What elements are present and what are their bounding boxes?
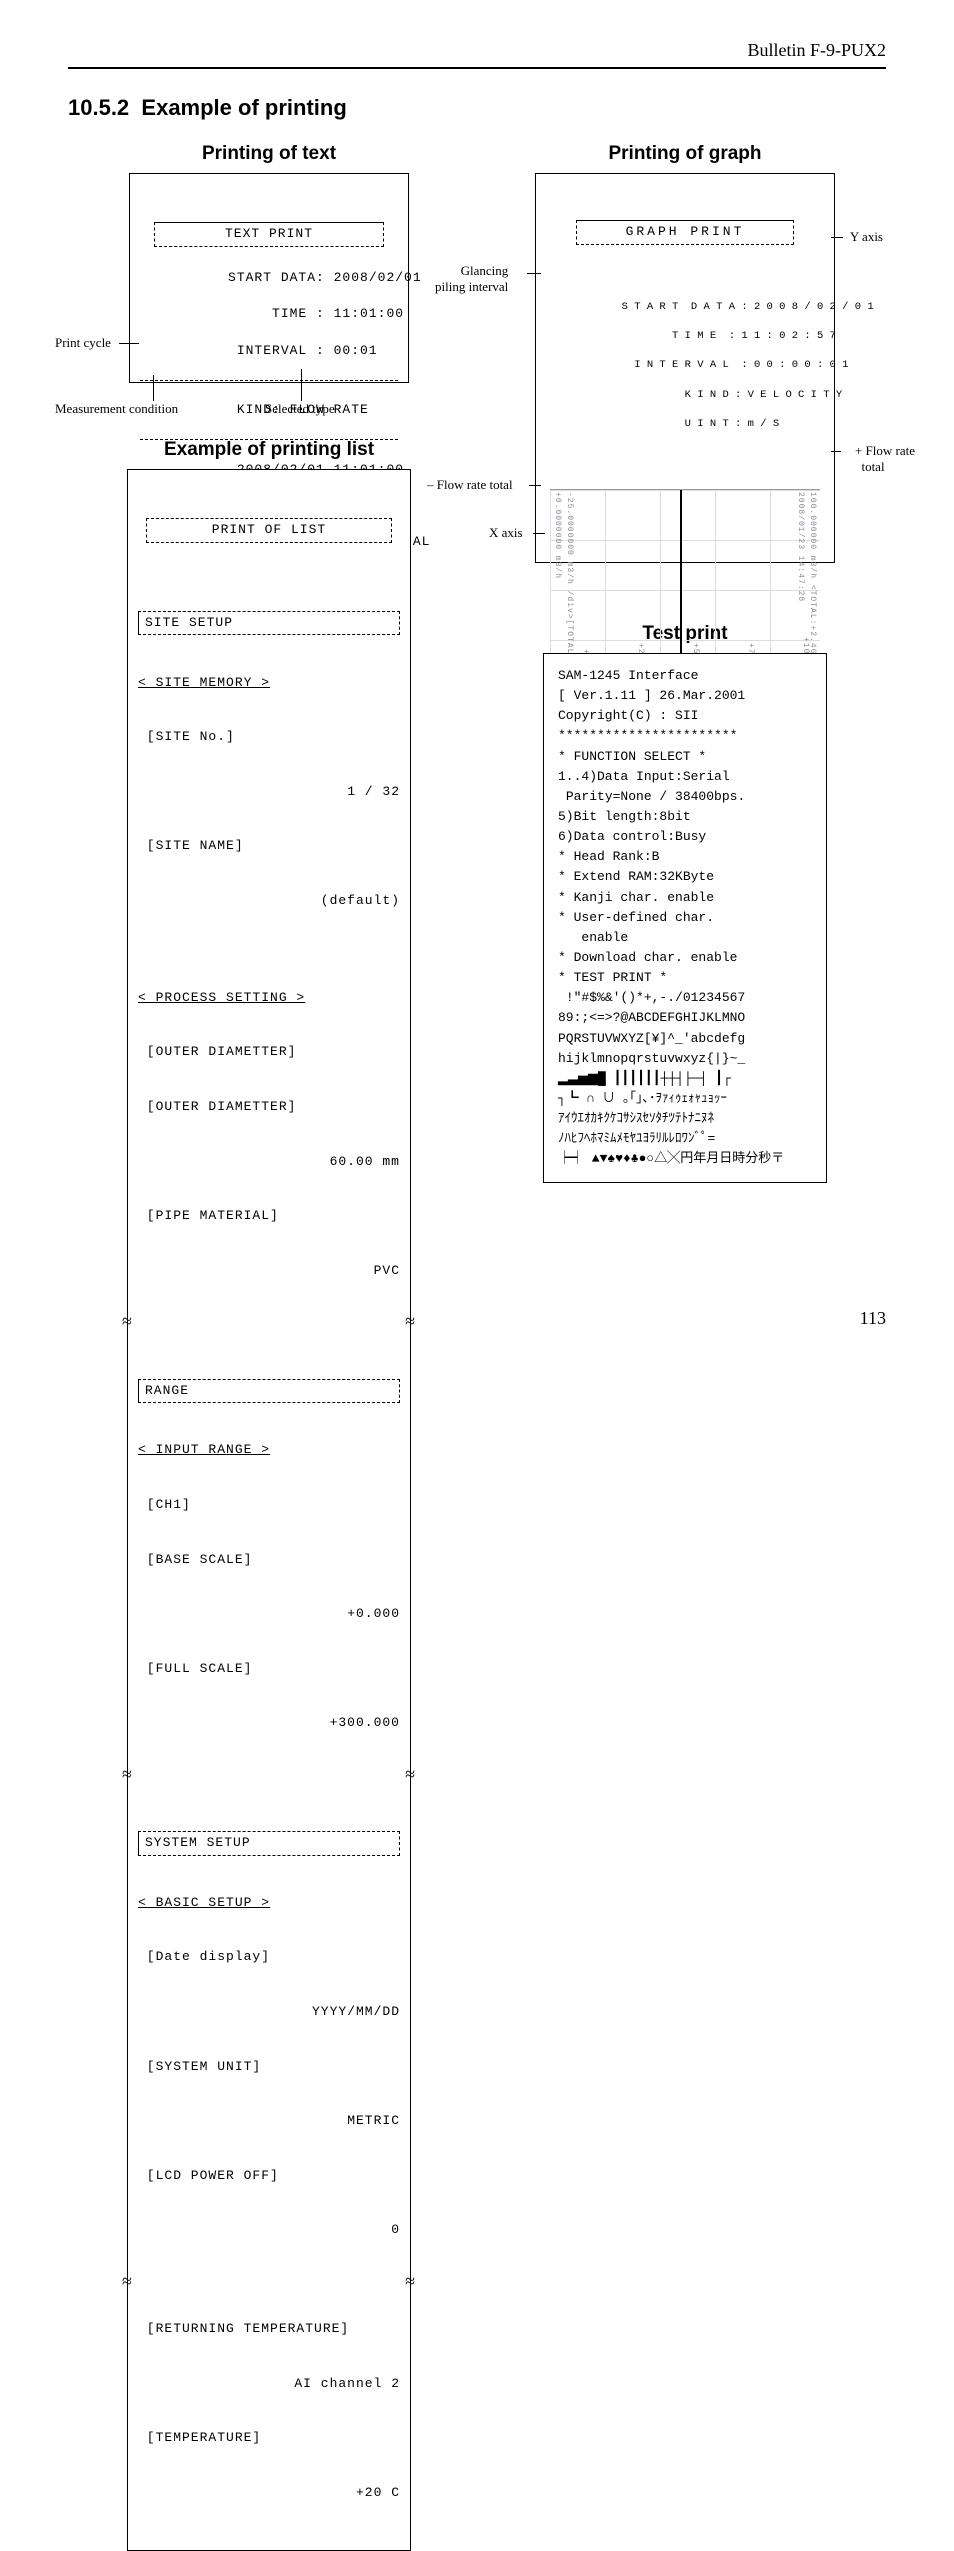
- range-box: RANGE: [138, 1379, 400, 1403]
- tp-line1: START DATA: 2008/02/01: [228, 270, 422, 285]
- text-print-header: TEXT PRINT: [154, 222, 384, 246]
- section-title-text: Example of printing: [141, 95, 346, 120]
- text-print-figure: TEXT PRINT START DATA: 2008/02/01 TIME :…: [129, 173, 409, 383]
- test-line-23: ｱｲｳｴｵｶｷｸｹｺｻｼｽｾｿﾀﾁﾂﾃﾄﾅﾆﾇﾈ: [558, 1109, 812, 1129]
- header-divider: [68, 67, 886, 69]
- base-scale: [BASE SCALE]: [138, 1551, 400, 1569]
- date-display-val: YYYY/MM/DD: [138, 2003, 400, 2021]
- test-line-8: 6)Data control:Busy: [558, 827, 812, 847]
- test-line-12: * User-defined char.: [558, 908, 812, 928]
- test-line-19: PQRSTUVWXYZ[¥]^_'abcdefg: [558, 1029, 812, 1049]
- test-line-21: ▂▃▅▆█ ┃┃┃┃┃┃┼┼┤├─┤ ┃┌: [558, 1069, 812, 1089]
- tp-line2: TIME : 11:01:00: [228, 306, 404, 321]
- site-name: [SITE NAME]: [138, 837, 400, 855]
- date-display: [Date display]: [138, 1948, 400, 1966]
- test-line-0: SAM-1245 Interface: [558, 666, 812, 686]
- full-scale-val: +300.000: [138, 1714, 400, 1732]
- gp-line2: T I M E : 1 1 : 0 2 : 5 7: [622, 330, 836, 342]
- tp-line3: INTERVAL : 00:01: [228, 343, 378, 358]
- lcd-power-val: 0: [138, 2221, 400, 2239]
- test-line-20: hijklmnopqrstuvwxyz{|}~_: [558, 1049, 812, 1069]
- temperature: [TEMPERATURE]: [138, 2429, 400, 2447]
- test-line-14: * Download char. enable: [558, 948, 812, 968]
- site-setup-box: SITE SETUP: [138, 611, 400, 635]
- ch1: [CH1]: [138, 1496, 400, 1514]
- test-line-18: 89:;<=>?@ABCDEFGHIJKLMNO: [558, 1008, 812, 1028]
- test-print-figure: SAM-1245 Interface [ Ver.1.11 ] 26.Mar.2…: [543, 653, 827, 1183]
- section-heading: 10.5.2 Example of printing: [68, 95, 886, 121]
- test-line-11: * Kanji char. enable: [558, 888, 812, 908]
- system-unit-val: METRIC: [138, 2112, 400, 2130]
- outer-diam1: [OUTER DIAMETTER]: [138, 1043, 400, 1061]
- temperature-val: +20 C: [138, 2484, 400, 2502]
- basic-setup: < BASIC SETUP >: [138, 1894, 400, 1912]
- text-print-title: Printing of text: [202, 143, 336, 165]
- returning-temp: [RETURNING TEMPERATURE]: [138, 2320, 400, 2338]
- annot-y-axis: Y axis: [850, 229, 883, 245]
- outer-diam2: [OUTER DIAMETTER]: [138, 1098, 400, 1116]
- site-memory: < SITE MEMORY >: [138, 674, 400, 692]
- test-line-5: 1..4)Data Input:Serial: [558, 767, 812, 787]
- process-setting: < PROCESS SETTING >: [138, 989, 400, 1007]
- test-line-24: ﾉﾊﾋﾌﾍﾎﾏﾐﾑﾒﾓﾔﾕﾖﾗﾘﾙﾚﾛﾜﾝﾞﾟ=: [558, 1129, 812, 1149]
- test-line-13: enable: [558, 928, 812, 948]
- section-number: 10.5.2: [68, 95, 129, 120]
- lcd-power: [LCD POWER OFF]: [138, 2167, 400, 2185]
- annot-meas-cond: Measurement condition: [55, 401, 178, 417]
- site-name-val: (default): [138, 892, 400, 910]
- test-line-25: ┝┥ ▲▼♠♥♦♣●○△╳円年月日時分秒〒: [558, 1149, 812, 1169]
- test-line-9: * Head Rank:B: [558, 847, 812, 867]
- gp-line1: S T A R T D A T A : 2 0 0 8 / 0 2 / 0 1: [622, 301, 874, 313]
- graph-print-title: Printing of graph: [608, 143, 761, 165]
- base-scale-val: +0.000: [138, 1605, 400, 1623]
- test-line-6: Parity=None / 38400bps.: [558, 787, 812, 807]
- input-range: < INPUT RANGE >: [138, 1441, 400, 1459]
- system-setup-box: SYSTEM SETUP: [138, 1831, 400, 1855]
- site-no: [SITE No.]: [138, 728, 400, 746]
- site-no-val: 1 / 32: [138, 783, 400, 801]
- annot-print-cycle: Print cycle: [55, 335, 111, 351]
- test-line-10: * Extend RAM:32KByte: [558, 867, 812, 887]
- test-line-7: 5)Bit length:8bit: [558, 807, 812, 827]
- graph-print-figure: GRAPH PRINT S T A R T D A T A : 2 0 0 8 …: [535, 173, 835, 563]
- test-line-1: [ Ver.1.11 ] 26.Mar.2001: [558, 686, 812, 706]
- gp-line5: U I N T : m / S: [622, 418, 780, 430]
- pipe-material-val: PVC: [138, 1262, 400, 1280]
- page-number: 113: [860, 1308, 886, 1329]
- full-scale: [FULL SCALE]: [138, 1660, 400, 1678]
- system-unit: [SYSTEM UNIT]: [138, 2058, 400, 2076]
- graph-print-header: GRAPH PRINT: [576, 220, 794, 244]
- gp-line3: I N T E R V A L : 0 0 : 0 0 : 0 1: [622, 359, 849, 371]
- test-line-3: ***********************: [558, 726, 812, 746]
- annot-glancing: Glancing piling interval: [435, 263, 508, 295]
- test-line-22: ┐┗ ∩ ∪ ｡｢｣､･ｦｧｨｩｪｫｬｭｮｯｰ: [558, 1089, 812, 1109]
- list-print-figure: PRINT OF LIST SITE SETUP < SITE MEMORY >…: [127, 469, 411, 2551]
- outer-diam-val: 60.00 mm: [138, 1153, 400, 1171]
- bulletin-id: Bulletin F-9-PUX2: [68, 40, 886, 61]
- test-line-2: Copyright(C) : SII: [558, 706, 812, 726]
- returning-temp-val: AI channel 2: [138, 2375, 400, 2393]
- test-line-17: !"#$%&'()*+,-./01234567: [558, 988, 812, 1008]
- annot-selected-type: Selected type: [265, 401, 335, 417]
- axis-left-top: +0.0000000 m3/h: [552, 492, 563, 579]
- test-line-16: * TEST PRINT *: [558, 968, 812, 988]
- pipe-material: [PIPE MATERIAL]: [138, 1207, 400, 1225]
- annot-minus-flow: – Flow rate total: [427, 477, 513, 493]
- annot-x-axis: X axis: [489, 525, 523, 541]
- test-line-4: * FUNCTION SELECT *: [558, 747, 812, 767]
- annot-plus-flow: + Flow rate total: [855, 443, 915, 475]
- axis-right-top: 2008/01/23 14:47:28: [795, 492, 806, 602]
- list-print-header: PRINT OF LIST: [146, 518, 392, 542]
- gp-line4: K I N D : V E L O C I T Y: [622, 389, 843, 401]
